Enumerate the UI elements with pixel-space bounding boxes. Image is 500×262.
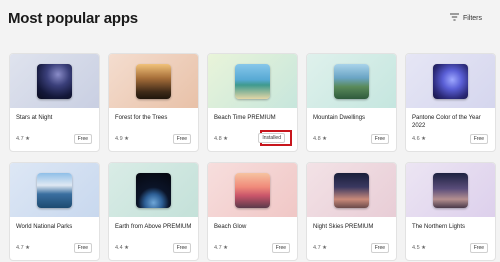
get-button[interactable]: Free — [469, 134, 488, 144]
app-rating: 4.6 ★ — [412, 136, 427, 142]
filter-lines-icon — [449, 13, 459, 23]
app-rating: 4.5 ★ — [412, 245, 427, 251]
app-name: Beach Time PREMIUM — [214, 115, 276, 121]
app-card[interactable]: Stars at Night 4.7 ★ Free — [9, 53, 100, 152]
app-card[interactable]: Pantone Color of the Year 2022 4.6 ★ Fre… — [405, 53, 496, 152]
app-card[interactable]: World National Parks 4.7 ★ Free — [9, 162, 100, 261]
app-thumbnail — [334, 173, 369, 208]
app-rating: 4.8 ★ — [214, 136, 229, 142]
app-name: Night Skies PREMIUM — [313, 224, 374, 230]
get-button[interactable]: Free — [271, 243, 290, 253]
app-name: The Northern Lights — [412, 224, 466, 230]
app-rating: 4.9 ★ — [115, 136, 130, 142]
get-button[interactable]: Free — [73, 134, 92, 144]
app-rating: 4.7 ★ — [214, 245, 229, 251]
apps-grid: Stars at Night 4.7 ★ Free Forest for the… — [9, 53, 496, 261]
app-thumbnail — [37, 173, 72, 208]
app-card[interactable]: Night Skies PREMIUM 4.7 ★ Free — [306, 162, 397, 261]
filters-button[interactable]: Filters — [449, 13, 482, 23]
app-thumbnail — [136, 64, 171, 99]
app-card[interactable]: Mountain Dwellings 4.8 ★ Free — [306, 53, 397, 152]
app-name: Stars at Night — [16, 115, 53, 121]
app-thumbnail — [235, 173, 270, 208]
app-thumbnail — [136, 173, 171, 208]
app-rating: 4.7 ★ — [16, 245, 31, 251]
app-card[interactable]: Earth from Above PREMIUM 4.4 ★ Free — [108, 162, 199, 261]
installed-button[interactable]: Installed — [258, 133, 285, 143]
app-name: Forest for the Trees — [115, 115, 168, 121]
get-button[interactable]: Free — [469, 243, 488, 253]
filters-label: Filters — [462, 14, 482, 22]
app-name: World National Parks — [16, 224, 73, 230]
app-thumbnail — [433, 64, 468, 99]
app-name: Earth from Above PREMIUM — [115, 224, 192, 230]
app-rating: 4.8 ★ — [313, 136, 328, 142]
get-button[interactable]: Free — [172, 134, 191, 144]
app-rating: 4.4 ★ — [115, 245, 130, 251]
app-thumbnail — [37, 64, 72, 99]
app-thumbnail — [433, 173, 468, 208]
app-name: Mountain Dwellings — [313, 115, 366, 121]
app-name: Beach Glow — [214, 224, 247, 230]
get-button[interactable]: Free — [370, 243, 389, 253]
app-card[interactable]: Beach Glow 4.7 ★ Free — [207, 162, 298, 261]
app-card[interactable]: The Northern Lights 4.5 ★ Free — [405, 162, 496, 261]
app-rating: 4.7 ★ — [313, 245, 328, 251]
app-card[interactable]: Beach Time PREMIUM 4.8 ★ Installed — [207, 53, 298, 152]
app-rating: 4.7 ★ — [16, 136, 31, 142]
app-thumbnail — [235, 64, 270, 99]
get-button[interactable]: Free — [370, 134, 389, 144]
get-button[interactable]: Free — [73, 243, 92, 253]
app-thumbnail — [334, 64, 369, 99]
app-name: Pantone Color of the Year 2022 — [412, 115, 481, 129]
page-title: Most popular apps — [8, 10, 138, 27]
app-card[interactable]: Forest for the Trees 4.9 ★ Free — [108, 53, 199, 152]
get-button[interactable]: Free — [172, 243, 191, 253]
